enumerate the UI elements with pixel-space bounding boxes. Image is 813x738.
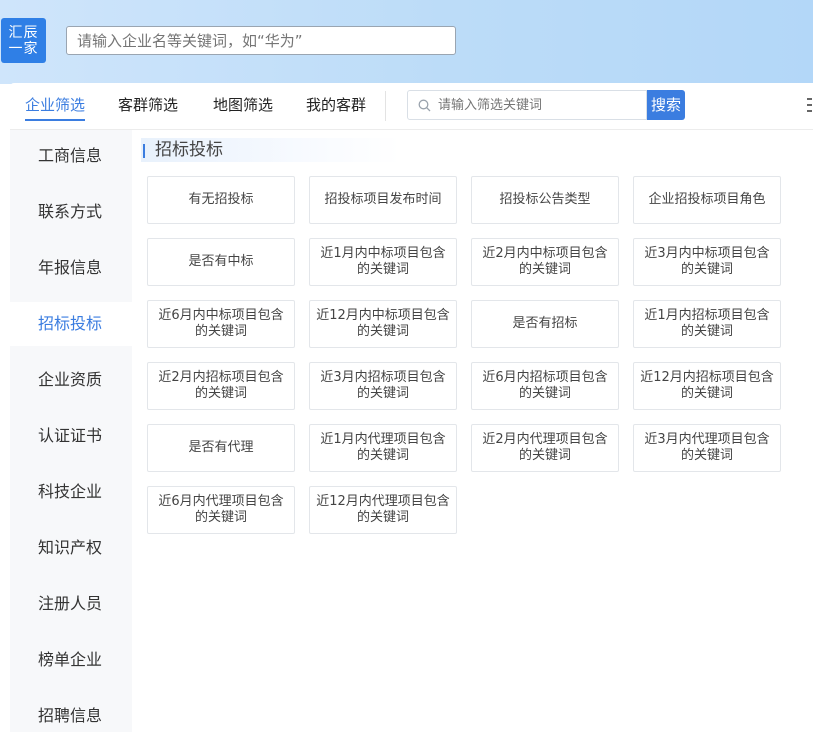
filter-option[interactable]: 近6月内中标项目包含的关键词 bbox=[147, 300, 295, 348]
filter-option[interactable]: 招投标公告类型 bbox=[471, 176, 619, 224]
filter-option[interactable]: 近2月内代理项目包含的关键词 bbox=[471, 424, 619, 472]
sidebar-item-recruitment[interactable]: 招聘信息 bbox=[10, 694, 132, 738]
logo-text-line2: 一家 bbox=[8, 40, 39, 57]
filter-option[interactable]: 有无招投标 bbox=[147, 176, 295, 224]
filter-option[interactable]: 近6月内代理项目包含的关键词 bbox=[147, 486, 295, 534]
logo-text-line1: 汇辰 bbox=[8, 24, 39, 41]
filter-option[interactable]: 近2月内中标项目包含的关键词 bbox=[471, 238, 619, 286]
filter-search-box[interactable] bbox=[407, 90, 647, 120]
sidebar-item-ip[interactable]: 知识产权 bbox=[10, 526, 132, 570]
filter-option[interactable]: 是否有代理 bbox=[147, 424, 295, 472]
search-icon bbox=[418, 99, 431, 112]
filter-option[interactable]: 近3月内中标项目包含的关键词 bbox=[633, 238, 781, 286]
sidebar-item-business-info[interactable]: 工商信息 bbox=[10, 134, 132, 178]
filter-panel: 企业筛选 客群筛选 地图筛选 我的客群 搜索 工商信息 联系方式 年报信息 招标… bbox=[10, 83, 813, 732]
filter-option[interactable]: 是否有中标 bbox=[147, 238, 295, 286]
filter-search-button[interactable]: 搜索 bbox=[647, 90, 685, 120]
section-accent-bar bbox=[143, 144, 145, 158]
sidebar-item-tech-enterprise[interactable]: 科技企业 bbox=[10, 470, 132, 514]
tab-map-filter[interactable]: 地图筛选 bbox=[213, 83, 273, 129]
filter-option[interactable]: 近12月内代理项目包含的关键词 bbox=[309, 486, 457, 534]
category-sidebar: 工商信息 联系方式 年报信息 招标投标 企业资质 认证证书 科技企业 知识产权 … bbox=[10, 130, 132, 732]
section-header: 招标投标 bbox=[141, 138, 401, 162]
header-banner: 汇辰 一家 bbox=[0, 0, 813, 84]
filter-option[interactable]: 企业招投标项目角色 bbox=[633, 176, 781, 224]
filter-option[interactable]: 近1月内招标项目包含的关键词 bbox=[633, 300, 781, 348]
sidebar-item-certificates[interactable]: 认证证书 bbox=[10, 414, 132, 458]
brand-logo[interactable]: 汇辰 一家 bbox=[1, 18, 46, 63]
section-title: 招标投标 bbox=[155, 140, 223, 160]
tab-enterprise-filter[interactable]: 企业筛选 bbox=[25, 83, 86, 129]
filter-option[interactable]: 招投标项目发布时间 bbox=[309, 176, 457, 224]
sidebar-item-contact[interactable]: 联系方式 bbox=[10, 190, 132, 234]
sidebar-item-registered-staff[interactable]: 注册人员 bbox=[10, 582, 132, 626]
filter-option[interactable]: 近12月内中标项目包含的关键词 bbox=[309, 300, 457, 348]
tab-customer-group-filter[interactable]: 客群筛选 bbox=[118, 83, 178, 129]
filter-option[interactable]: 近1月内代理项目包含的关键词 bbox=[309, 424, 457, 472]
filter-option[interactable]: 近12月内招标项目包含的关键词 bbox=[633, 362, 781, 410]
more-icon[interactable] bbox=[806, 96, 813, 114]
filter-option[interactable]: 近3月内招标项目包含的关键词 bbox=[309, 362, 457, 410]
filter-search-input[interactable] bbox=[438, 91, 638, 119]
sidebar-item-qualification[interactable]: 企业资质 bbox=[10, 358, 132, 402]
filter-option[interactable]: 近2月内招标项目包含的关键词 bbox=[147, 362, 295, 410]
tab-divider bbox=[385, 91, 386, 121]
company-search-input[interactable] bbox=[66, 26, 456, 55]
tab-my-customer-groups[interactable]: 我的客群 bbox=[306, 83, 366, 129]
filter-option[interactable]: 近6月内招标项目包含的关键词 bbox=[471, 362, 619, 410]
filter-option[interactable]: 近1月内中标项目包含的关键词 bbox=[309, 238, 457, 286]
filter-option[interactable]: 是否有招标 bbox=[471, 300, 619, 348]
filter-option[interactable]: 近3月内代理项目包含的关键词 bbox=[633, 424, 781, 472]
sidebar-item-ranking[interactable]: 榜单企业 bbox=[10, 638, 132, 682]
sidebar-item-annual-report[interactable]: 年报信息 bbox=[10, 246, 132, 290]
sidebar-item-bidding[interactable]: 招标投标 bbox=[10, 302, 132, 346]
tab-bar: 企业筛选 客群筛选 地图筛选 我的客群 搜索 bbox=[10, 83, 813, 130]
